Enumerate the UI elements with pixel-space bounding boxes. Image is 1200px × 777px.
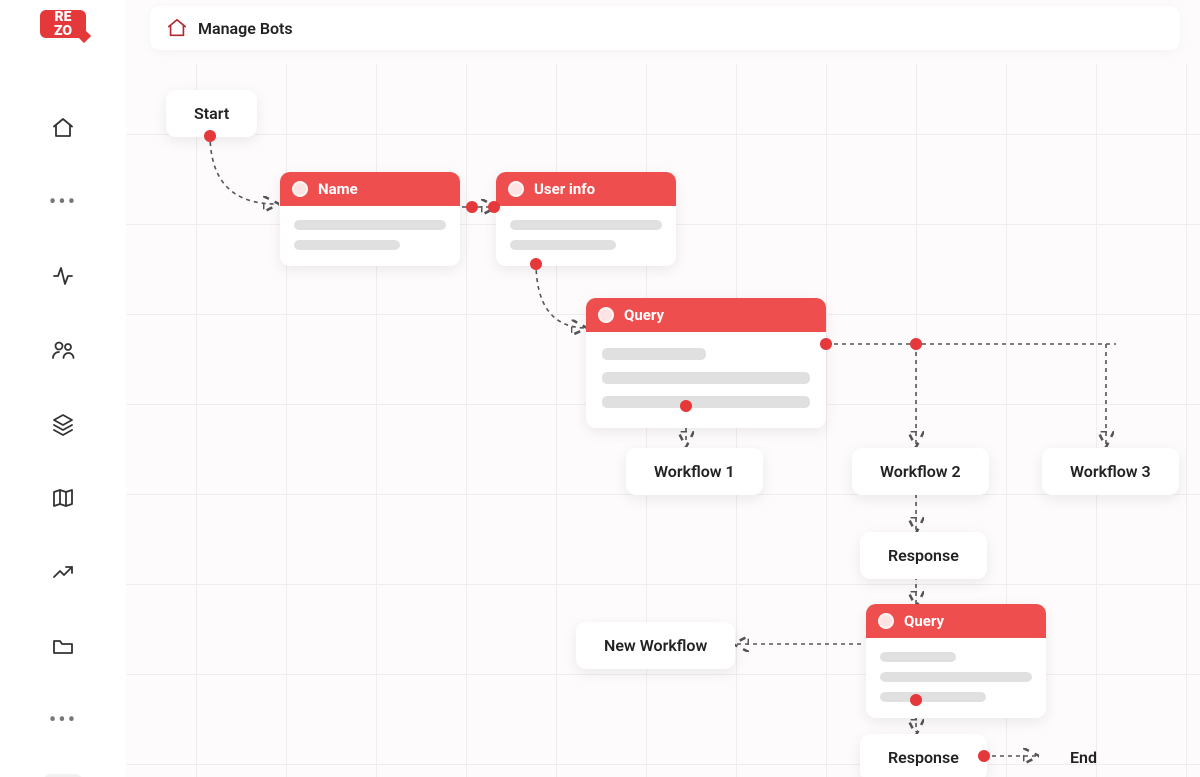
topbar: Manage Bots bbox=[150, 6, 1180, 50]
breadcrumb-home-icon[interactable] bbox=[166, 17, 188, 39]
junction-dot bbox=[530, 258, 542, 270]
nav-folder-icon[interactable] bbox=[43, 626, 83, 666]
junction-dot bbox=[680, 400, 692, 412]
junction-dot bbox=[910, 338, 922, 350]
nav-layers-icon[interactable] bbox=[43, 404, 83, 444]
junction-dot bbox=[466, 201, 478, 213]
node-workflow-2[interactable]: Workflow 2 bbox=[852, 448, 989, 495]
nav-activity-icon[interactable] bbox=[43, 256, 83, 296]
node-status-dot bbox=[292, 181, 308, 197]
nav-trend-icon[interactable] bbox=[43, 552, 83, 592]
node-title: Query bbox=[624, 306, 664, 324]
node-status-dot bbox=[878, 613, 894, 629]
node-title: Query bbox=[904, 612, 944, 630]
junction-dot bbox=[910, 694, 922, 706]
workflow-canvas[interactable]: Start Name User info Query Workflow 1 Wo… bbox=[126, 64, 1200, 777]
nav-more2-icon[interactable]: ••• bbox=[43, 700, 83, 740]
brand-logo: RE ZO bbox=[40, 10, 86, 38]
junction-dot bbox=[204, 130, 216, 142]
node-query-1[interactable]: Query bbox=[586, 298, 826, 428]
sidebar: RE ZO ••• ••• bbox=[0, 0, 126, 777]
node-end[interactable]: End bbox=[1042, 734, 1125, 777]
node-status-dot bbox=[598, 307, 614, 323]
page-title: Manage Bots bbox=[198, 19, 293, 38]
node-workflow-1[interactable]: Workflow 1 bbox=[626, 448, 763, 495]
node-name[interactable]: Name bbox=[280, 172, 460, 266]
sidenav: ••• ••• bbox=[0, 108, 126, 777]
node-query-2[interactable]: Query bbox=[866, 604, 1046, 718]
nav-users-icon[interactable] bbox=[43, 330, 83, 370]
node-userinfo[interactable]: User info bbox=[496, 172, 676, 266]
nav-more-icon[interactable]: ••• bbox=[43, 182, 83, 222]
main-area: Manage Bots bbox=[126, 0, 1200, 777]
node-workflow-3[interactable]: Workflow 3 bbox=[1042, 448, 1179, 495]
node-status-dot bbox=[508, 181, 524, 197]
junction-dot bbox=[820, 338, 832, 350]
node-new-workflow[interactable]: New Workflow bbox=[576, 622, 735, 669]
nav-map-icon[interactable] bbox=[43, 478, 83, 518]
node-title: Name bbox=[318, 180, 358, 198]
junction-dot bbox=[978, 750, 990, 762]
node-response-1[interactable]: Response bbox=[860, 532, 987, 579]
node-title: User info bbox=[534, 180, 595, 198]
nav-home-icon[interactable] bbox=[43, 108, 83, 148]
junction-dot bbox=[488, 201, 500, 213]
node-response-2[interactable]: Response bbox=[860, 734, 987, 777]
